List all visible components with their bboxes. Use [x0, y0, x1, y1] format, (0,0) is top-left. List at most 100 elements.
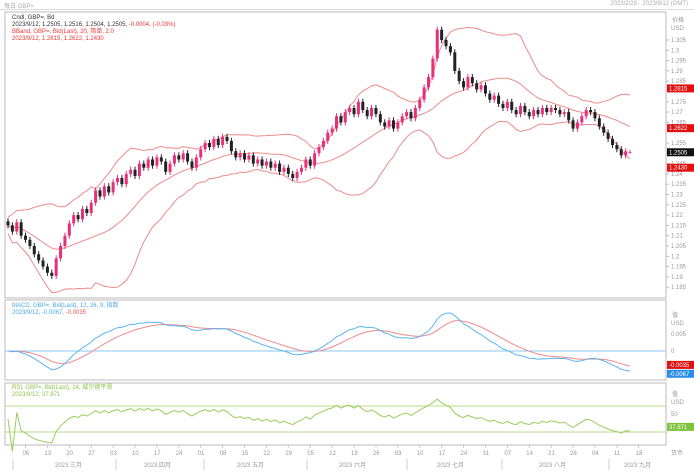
candle-body — [554, 107, 558, 111]
candle-body — [593, 112, 597, 119]
candle-body — [177, 155, 181, 160]
x-tick-label: 04 — [592, 451, 599, 457]
candle-body — [80, 208, 84, 220]
candle — [435, 26, 439, 62]
y-tick-label: 1.275 — [671, 100, 687, 106]
x-month-label: 2023 九月 — [624, 461, 651, 469]
candle-body — [41, 260, 45, 267]
candle-body — [549, 107, 553, 113]
macd-tick-label: 0.005 — [671, 332, 687, 338]
candle-body — [142, 163, 146, 168]
candle-body — [405, 112, 409, 117]
candle-body — [435, 29, 439, 59]
x-tick-label: 24 — [461, 451, 468, 457]
y-tick-label: 1.23 — [671, 193, 683, 199]
x-tick-label: 29 — [285, 451, 292, 457]
candle-body — [619, 149, 623, 156]
candle-body — [291, 173, 295, 179]
candle-body — [396, 122, 400, 129]
candle-legend: Cndl, GBP=, Bd 2023/9/12, 1.2505, 1.2516… — [12, 15, 175, 43]
x-tick-label: 22 — [263, 451, 270, 457]
candle-body — [98, 190, 102, 197]
candle-body — [120, 178, 124, 185]
candle-body — [94, 190, 98, 203]
candle-body — [378, 114, 382, 123]
y-tick-label: 1.225 — [671, 203, 687, 209]
candle-body — [124, 173, 128, 185]
candle-body — [111, 182, 115, 193]
candle-body — [453, 52, 457, 71]
candle-body — [418, 99, 422, 108]
candle-body — [488, 93, 492, 100]
candle-legend-name: Cndl, GBP=, Bd — [12, 15, 55, 21]
candle-body — [361, 101, 365, 111]
chart-canvas[interactable]: 1.3051.31.2951.291.2851.2751.271.2651.25… — [0, 0, 694, 476]
candle-body — [295, 171, 299, 179]
macd-legend-name: MACD, GBP=, Bid(Last), 12, 26, 9, 指数 — [12, 303, 119, 309]
candle-legend-values: 2023/9/12, 1.2505, 1.2516, 1.2504, 1.250… — [12, 22, 128, 28]
candle-body — [76, 215, 80, 220]
candle-body — [72, 215, 76, 224]
candle-body — [497, 95, 501, 104]
y-currency-label: USD — [671, 26, 684, 32]
candle-body — [317, 147, 321, 154]
bband-legend-values: 2023/9/12, 1.2815, 1.2622, 1.2430 — [12, 36, 104, 42]
candle-body — [335, 116, 339, 129]
candle-body — [107, 186, 111, 193]
candle-body — [457, 70, 461, 82]
candle-body — [431, 58, 435, 78]
x-tick-label: 17 — [154, 451, 161, 457]
candle-body — [304, 159, 308, 168]
macd-signal-badge-label: -0.0035 — [669, 363, 690, 369]
y-tick-label: 1.215 — [671, 223, 687, 229]
candle-body — [151, 159, 155, 166]
candle-body — [67, 223, 71, 236]
candle-body — [212, 138, 216, 148]
candle-body — [567, 112, 571, 121]
x-tick-label: 08 — [220, 451, 227, 457]
candle-body — [387, 120, 391, 127]
candle-body — [413, 107, 417, 119]
x-tick-label: 10 — [132, 451, 139, 457]
candle-body — [383, 122, 387, 127]
candle-body — [238, 153, 242, 158]
x-tick-label: 21 — [548, 451, 555, 457]
candle-body — [501, 103, 505, 108]
candle-body — [32, 246, 36, 255]
candle-body — [24, 235, 28, 240]
candle-body — [475, 83, 479, 90]
y-tick-label: 1.29 — [671, 69, 683, 75]
macd-legend: MACD, GBP=, Bid(Last), 12, 26, 9, 指数 202… — [12, 303, 119, 317]
candle-body — [207, 143, 211, 148]
candle — [431, 55, 435, 81]
x-tick-label: 01 — [198, 451, 205, 457]
candle-body — [610, 138, 614, 146]
candle-body — [116, 178, 120, 183]
candle-body — [164, 161, 168, 172]
candle-body — [492, 95, 496, 100]
candle-body — [597, 118, 601, 127]
candle-body — [10, 225, 14, 232]
candle-body — [172, 155, 176, 164]
candle-body — [234, 151, 238, 158]
candle-body — [562, 112, 566, 115]
x-month-label: 2023 四月 — [144, 462, 171, 469]
candle-body — [589, 110, 593, 113]
candle-body — [374, 107, 378, 115]
x-tick-label: 28 — [570, 451, 577, 457]
x-tick-label: 10 — [417, 451, 424, 457]
candle — [453, 49, 457, 74]
x-tick-label: 13 — [44, 451, 51, 457]
candle-body — [505, 101, 509, 108]
candle-body — [370, 107, 374, 117]
candle-body — [571, 120, 575, 129]
candle-body — [448, 46, 452, 53]
y-tick-label: 1.285 — [671, 79, 687, 85]
candle-body — [63, 235, 67, 246]
candle-body — [216, 138, 220, 146]
price-badge-label: 1.2505 — [669, 150, 688, 156]
candle — [54, 255, 58, 279]
candle-body — [326, 132, 330, 141]
x-tick-label: 19 — [351, 451, 358, 457]
candle-body — [308, 159, 312, 166]
